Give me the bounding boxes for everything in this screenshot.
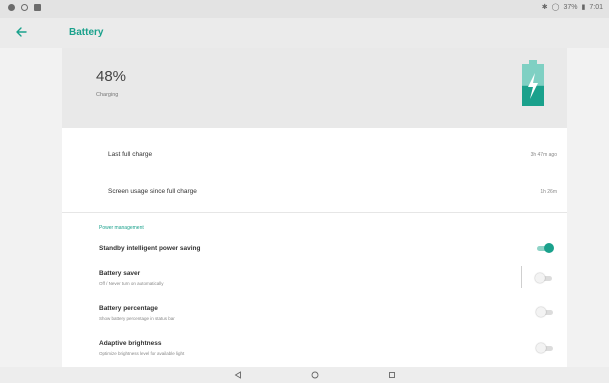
section-divider [62,212,567,213]
battery-saver-toggle[interactable] [535,273,552,283]
last-full-charge-label: Last full charge [108,151,153,158]
standby-saving-toggle[interactable] [537,243,554,253]
back-triangle-icon[interactable] [232,369,244,381]
page-title: Battery [69,27,104,38]
navigation-bar [0,367,609,383]
toggle-thumb [544,243,554,253]
battery-header-card: 48% Charging [62,48,567,128]
adaptive-brightness-subtitle: Optimize brightness level for available … [99,351,185,356]
arrow-back-icon[interactable] [14,25,28,39]
battery-percent: 48% [96,68,127,85]
battery-percentage-toggle[interactable] [536,307,553,317]
battery-saver-title[interactable]: Battery saver [99,270,140,277]
screen-usage-row[interactable]: Screen usage since full charge 1h 26m [62,183,567,205]
battery-saver-divider [521,266,522,288]
adaptive-brightness-toggle[interactable] [536,343,553,353]
charging-status: Charging [96,92,119,98]
status-bar: ✱ ◯ 37% ▮ 7:01 [0,0,609,18]
alarm-icon: ◯ [551,4,560,11]
image-icon [34,4,41,11]
last-full-charge-value: 3h 47m ago [530,152,557,158]
recents-square-icon[interactable] [386,369,398,381]
adaptive-brightness-title[interactable]: Adaptive brightness [99,340,161,347]
status-left-icons [8,4,41,11]
clock: 7:01 [589,3,603,11]
toggle-thumb [536,307,546,317]
toggle-thumb [535,273,545,283]
notification-icon [8,4,15,11]
status-right: ✱ ◯ 37% ▮ 7:01 [541,3,603,12]
battery-charging-icon [521,59,545,107]
screen-usage-label: Screen usage since full charge [108,188,197,195]
last-full-charge-row[interactable]: Last full charge 3h 47m ago [62,146,567,168]
toggle-thumb [536,343,546,353]
bluetooth-icon: ✱ [541,4,548,11]
battery-saver-subtitle: Off / Never turn on automatically [99,281,164,286]
battery-percentage-subtitle: Show battery percentage in status bar [99,316,175,321]
standby-saving-title[interactable]: Standby intelligent power saving [99,245,201,252]
battery-percentage-title[interactable]: Battery percentage [99,305,158,312]
app-bar: Battery [0,18,609,48]
battery-status-icon: ▮ [581,4,586,11]
left-gutter [0,48,62,367]
screen-usage-value: 1h 26m [540,189,557,195]
home-circle-icon[interactable] [309,369,321,381]
sync-icon [21,4,28,11]
battery-percent-text: 37% [563,3,578,11]
right-gutter [567,48,609,367]
power-management-header: Power management [99,225,144,231]
